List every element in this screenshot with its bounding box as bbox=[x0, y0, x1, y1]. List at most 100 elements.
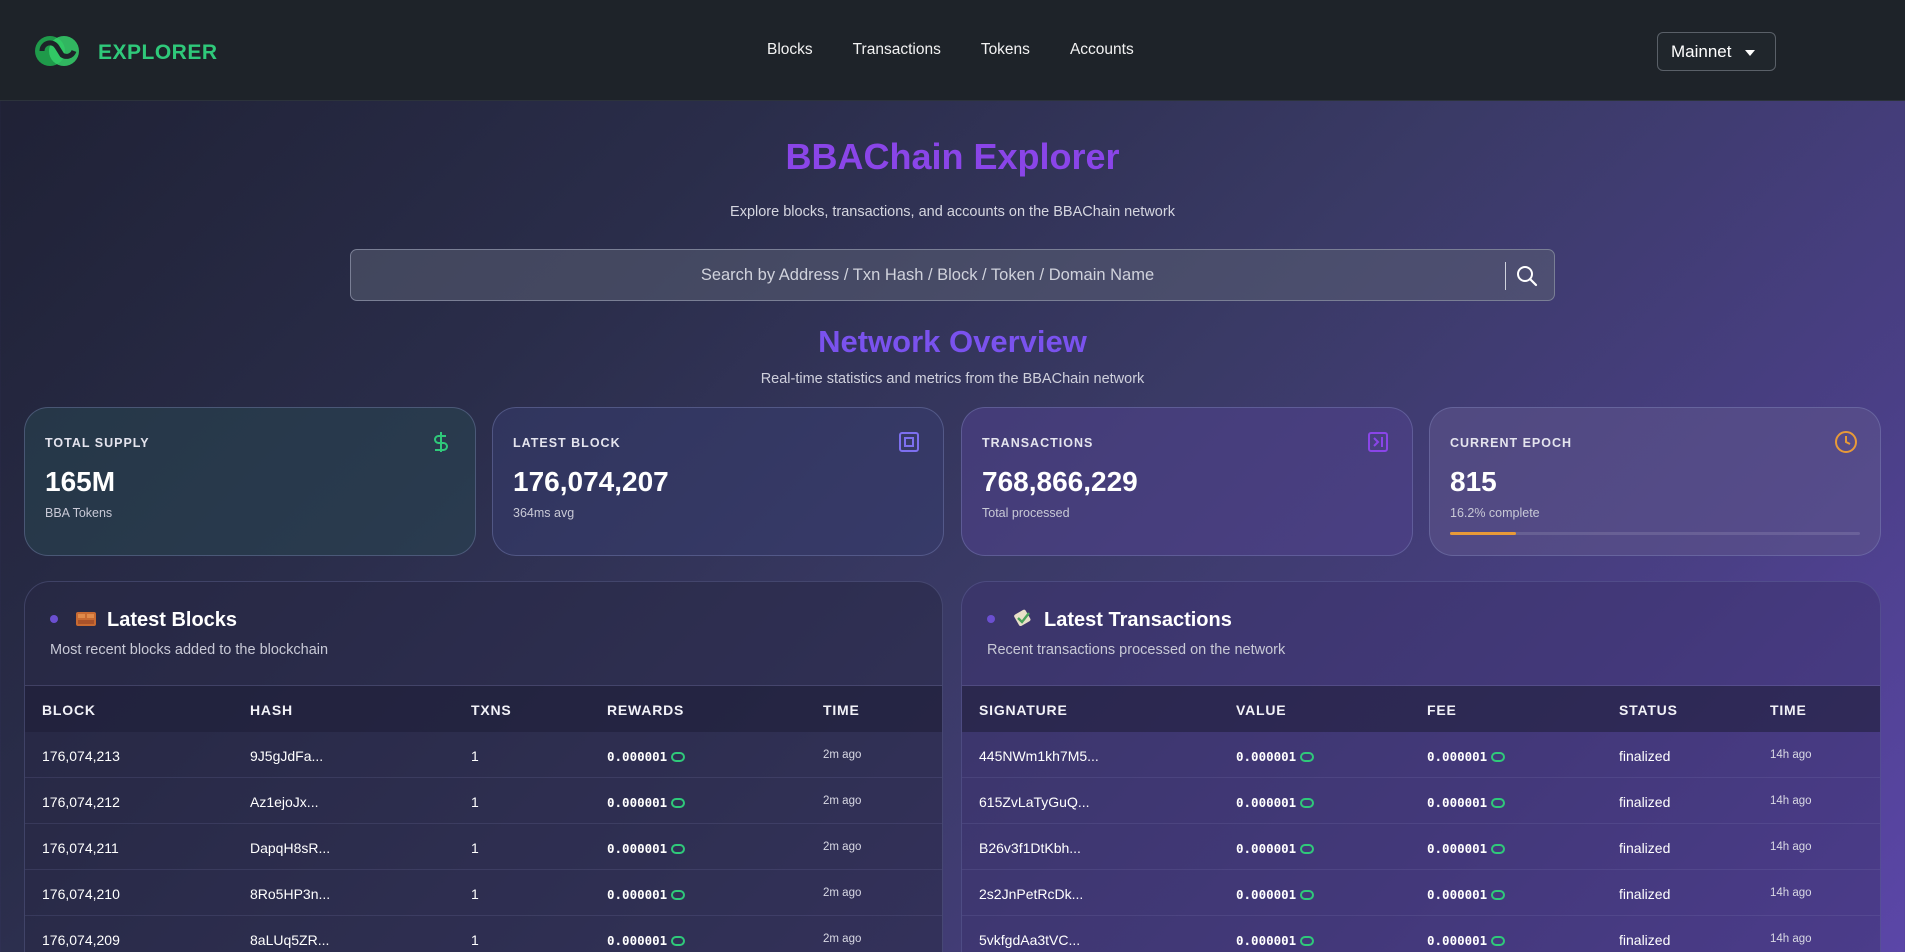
block-time: 2m ago bbox=[823, 887, 862, 899]
table-row[interactable]: 2s2JnPetRcDk... 0.000001 0.000001 finali… bbox=[962, 870, 1880, 916]
tx-fee: 0.000001 bbox=[1427, 886, 1506, 902]
block-time: 2m ago bbox=[823, 933, 862, 945]
nav-blocks[interactable]: Blocks bbox=[767, 41, 813, 59]
column-header: HASH bbox=[250, 702, 293, 718]
column-header: FEE bbox=[1427, 702, 1457, 718]
stat-note: BBA Tokens bbox=[45, 506, 113, 520]
coin-icon bbox=[1491, 936, 1506, 946]
txn-count: 1 bbox=[471, 886, 479, 902]
coin-icon bbox=[671, 798, 686, 808]
block-number[interactable]: 176,074,209 bbox=[42, 932, 120, 948]
tx-status: finalized bbox=[1619, 748, 1671, 764]
reward-value: 0.000001 bbox=[607, 932, 686, 948]
txn-count: 1 bbox=[471, 840, 479, 856]
table-row[interactable]: 176,074,212 Az1ejoJx... 1 0.000001 2m ag… bbox=[25, 778, 942, 824]
network-select[interactable]: Mainnet bbox=[1657, 32, 1776, 71]
nav-tokens[interactable]: Tokens bbox=[981, 41, 1030, 59]
coin-icon bbox=[671, 844, 686, 854]
block-time: 2m ago bbox=[823, 749, 862, 761]
coin-icon bbox=[1491, 844, 1506, 854]
section-subtitle: Real-time statistics and metrics from th… bbox=[760, 371, 1145, 387]
block-number[interactable]: 176,074,211 bbox=[42, 840, 119, 856]
coin-icon bbox=[671, 752, 686, 762]
latest-blocks-panel: Latest Blocks Most recent blocks added t… bbox=[24, 581, 943, 952]
coin-icon bbox=[1300, 844, 1315, 854]
main-nav: Blocks Transactions Tokens Accounts bbox=[767, 41, 1174, 59]
block-hash[interactable]: Az1ejoJx... bbox=[250, 794, 318, 810]
stat-card-total-supply: TOTAL SUPPLY 165M BBA Tokens bbox=[24, 407, 476, 556]
reward-amount: 0.000001 bbox=[607, 795, 668, 810]
nav-transactions[interactable]: Transactions bbox=[853, 41, 941, 59]
stat-value: 768,866,229 bbox=[982, 466, 1138, 497]
tx-status: finalized bbox=[1619, 840, 1671, 856]
table-row[interactable]: 176,074,211 DapqH8sR... 1 0.000001 2m ag… bbox=[25, 824, 942, 870]
top-navbar: EXPLORER Blocks Transactions Tokens Acco… bbox=[0, 0, 1905, 101]
stat-value: 165M bbox=[45, 466, 116, 497]
reward-amount: 0.000001 bbox=[607, 841, 668, 856]
search-icon[interactable] bbox=[1515, 264, 1539, 288]
block-time: 2m ago bbox=[823, 795, 862, 807]
tx-value-amount: 0.000001 bbox=[1236, 887, 1297, 902]
search-divider bbox=[1505, 262, 1506, 290]
tx-fee-amount: 0.000001 bbox=[1427, 933, 1488, 948]
table-row[interactable]: 176,074,209 8aLUq5ZR... 1 0.000001 2m ag… bbox=[25, 916, 942, 952]
reward-value: 0.000001 bbox=[607, 886, 686, 902]
status-dot bbox=[50, 615, 58, 623]
stat-label: TOTAL SUPPLY bbox=[45, 436, 150, 450]
stat-label: LATEST BLOCK bbox=[513, 436, 621, 450]
block-number[interactable]: 176,074,213 bbox=[42, 748, 120, 764]
column-header: SIGNATURE bbox=[979, 702, 1068, 718]
table-row[interactable]: 445NWm1kh7M5... 0.000001 0.000001 finali… bbox=[962, 732, 1880, 778]
coin-icon bbox=[1300, 890, 1315, 900]
tx-status: finalized bbox=[1619, 794, 1671, 810]
tx-fee-amount: 0.000001 bbox=[1427, 841, 1488, 856]
search-input[interactable] bbox=[351, 250, 1554, 300]
reward-value: 0.000001 bbox=[607, 794, 686, 810]
panel-subtitle: Most recent blocks added to the blockcha… bbox=[50, 642, 329, 658]
tx-signature[interactable]: B26v3f1DtKbh... bbox=[979, 840, 1081, 856]
brand-name[interactable]: EXPLORER bbox=[98, 41, 218, 65]
block-number[interactable]: 176,074,210 bbox=[42, 886, 120, 902]
table-row[interactable]: 5vkfgdAa3tVC... 0.000001 0.000001 finali… bbox=[962, 916, 1880, 952]
clock-icon bbox=[1835, 431, 1857, 453]
bricks-icon bbox=[76, 612, 96, 626]
coin-icon bbox=[1300, 936, 1315, 946]
column-header: TIME bbox=[1770, 702, 1807, 718]
block-hash[interactable]: DapqH8sR... bbox=[250, 840, 330, 856]
panel-title: Latest Blocks bbox=[107, 609, 238, 631]
tx-time: 14h ago bbox=[1770, 749, 1812, 761]
latest-transactions-panel: Latest Transactions Recent transactions … bbox=[961, 581, 1881, 952]
block-hash[interactable]: 8Ro5HP3n... bbox=[250, 886, 330, 902]
tx-signature[interactable]: 2s2JnPetRcDk... bbox=[979, 886, 1083, 902]
stat-card-latest-block: LATEST BLOCK 176,074,207 364ms avg bbox=[492, 407, 944, 556]
tx-value: 0.000001 bbox=[1236, 840, 1315, 856]
tx-time: 14h ago bbox=[1770, 795, 1812, 807]
tx-time: 14h ago bbox=[1770, 933, 1812, 945]
stat-card-transactions: TRANSACTIONS 768,866,229 Total processed bbox=[961, 407, 1413, 556]
transfer-icon bbox=[1368, 432, 1388, 452]
block-hash[interactable]: 8aLUq5ZR... bbox=[250, 932, 329, 948]
tx-signature[interactable]: 615ZvLaTyGuQ... bbox=[979, 794, 1090, 810]
stat-card-current-epoch: CURRENT EPOCH 815 16.2% complete bbox=[1429, 407, 1881, 556]
table-row[interactable]: 176,074,213 9J5gJdFa... 1 0.000001 2m ag… bbox=[25, 732, 942, 778]
reward-amount: 0.000001 bbox=[607, 933, 668, 948]
stat-value: 815 bbox=[1450, 466, 1497, 497]
block-number[interactable]: 176,074,212 bbox=[42, 794, 120, 810]
txn-count: 1 bbox=[471, 932, 479, 948]
stat-label: CURRENT EPOCH bbox=[1450, 436, 1573, 450]
nav-accounts[interactable]: Accounts bbox=[1070, 41, 1134, 59]
block-hash[interactable]: 9J5gJdFa... bbox=[250, 748, 323, 764]
coin-icon bbox=[671, 890, 686, 900]
tx-signature[interactable]: 445NWm1kh7M5... bbox=[979, 748, 1099, 764]
table-row[interactable]: B26v3f1DtKbh... 0.000001 0.000001 finali… bbox=[962, 824, 1880, 870]
stat-label: TRANSACTIONS bbox=[982, 436, 1094, 450]
tx-value-amount: 0.000001 bbox=[1236, 933, 1297, 948]
logo-icon[interactable] bbox=[32, 33, 82, 69]
column-header: STATUS bbox=[1619, 702, 1678, 718]
tx-value-amount: 0.000001 bbox=[1236, 749, 1297, 764]
table-row[interactable]: 176,074,210 8Ro5HP3n... 1 0.000001 2m ag… bbox=[25, 870, 942, 916]
tx-fee: 0.000001 bbox=[1427, 748, 1506, 764]
panel-subtitle: Recent transactions processed on the net… bbox=[987, 642, 1286, 658]
tx-signature[interactable]: 5vkfgdAa3tVC... bbox=[979, 932, 1080, 948]
table-row[interactable]: 615ZvLaTyGuQ... 0.000001 0.000001 finali… bbox=[962, 778, 1880, 824]
